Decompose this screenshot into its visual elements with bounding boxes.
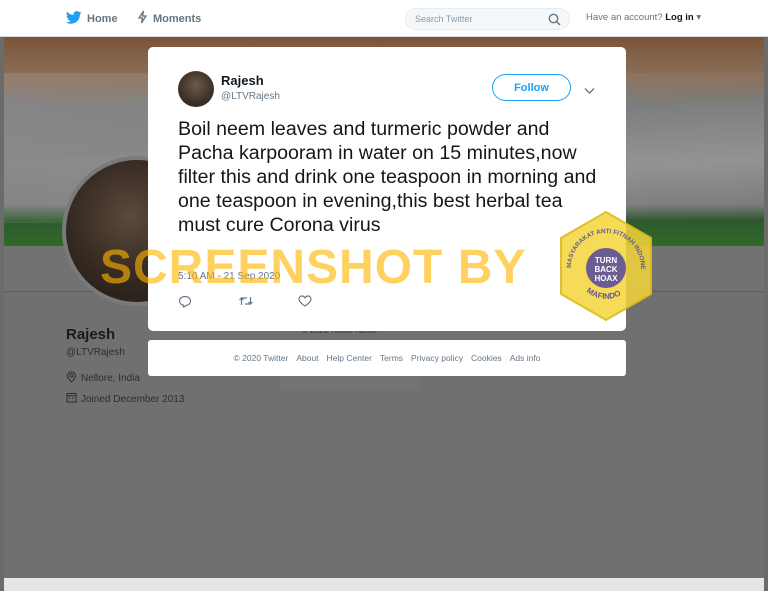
nav-home-label: Home [87,12,118,25]
login-link[interactable]: Log in [665,12,694,23]
profile-handle: @LTVRajesh [66,347,125,358]
footer-copyright: © 2020 Twitter [233,353,289,363]
nav-home[interactable]: Home [65,0,118,37]
search-input[interactable] [406,9,531,29]
profile-joined-text: Joined December 2013 [81,393,185,405]
profile-location: Nellore, India [66,371,140,386]
tweet-author-handle[interactable]: @LTVRajesh [221,91,280,102]
calendar-icon [66,392,77,406]
footer-link-help-center[interactable]: Help Center [327,353,372,363]
footer-link-cookies[interactable]: Cookies [471,353,502,363]
lightning-icon [137,10,148,27]
footer-link-ads-info[interactable]: Ads info [510,353,541,363]
mafindo-seal-logo: MASYARAKAT ANTI FITNAH INDONESIA TURN BA… [555,205,655,322]
search-box [405,8,570,30]
location-pin-icon [66,371,77,386]
account-prompt-text: Have an account? [586,12,663,23]
tweet-actions [178,293,358,309]
tweet-author-avatar[interactable] [178,71,214,107]
search-icon[interactable] [548,13,561,31]
top-navigation: Home Moments Have an account? Log in ▾ [0,0,768,37]
twitter-bird-icon [65,10,82,27]
close-icon[interactable] [737,8,757,28]
chevron-down-icon[interactable] [584,82,595,100]
nav-moments[interactable]: Moments [137,0,201,37]
tweet-text: Boil neem leaves and turmeric powder and… [178,118,597,236]
caret-down-icon[interactable]: ▾ [696,12,701,23]
watermark-text: SCREENSHOT BY [100,241,527,294]
account-prompt: Have an account? Log in ▾ [586,12,701,23]
follow-button[interactable]: Follow [492,74,571,101]
reply-icon[interactable] [178,293,238,309]
retweet-icon[interactable] [238,293,298,309]
footer-links: © 2020 Twitter About Help Center Terms P… [148,340,626,376]
bottom-scroll-strip [4,578,764,591]
svg-text:BACK: BACK [594,265,617,274]
profile-name: Rajesh [66,326,116,343]
nav-moments-label: Moments [153,12,202,25]
svg-text:TURN: TURN [595,256,617,265]
footer-link-privacy-policy[interactable]: Privacy policy [411,353,463,363]
footer-link-about[interactable]: About [296,353,318,363]
svg-text:HOAX: HOAX [594,274,618,283]
tweet-author-name[interactable]: Rajesh [221,73,264,88]
profile-location-text: Nellore, India [81,373,140,384]
heart-icon[interactable] [298,293,358,309]
profile-joined: Joined December 2013 [66,392,184,406]
footer-link-terms[interactable]: Terms [380,353,403,363]
